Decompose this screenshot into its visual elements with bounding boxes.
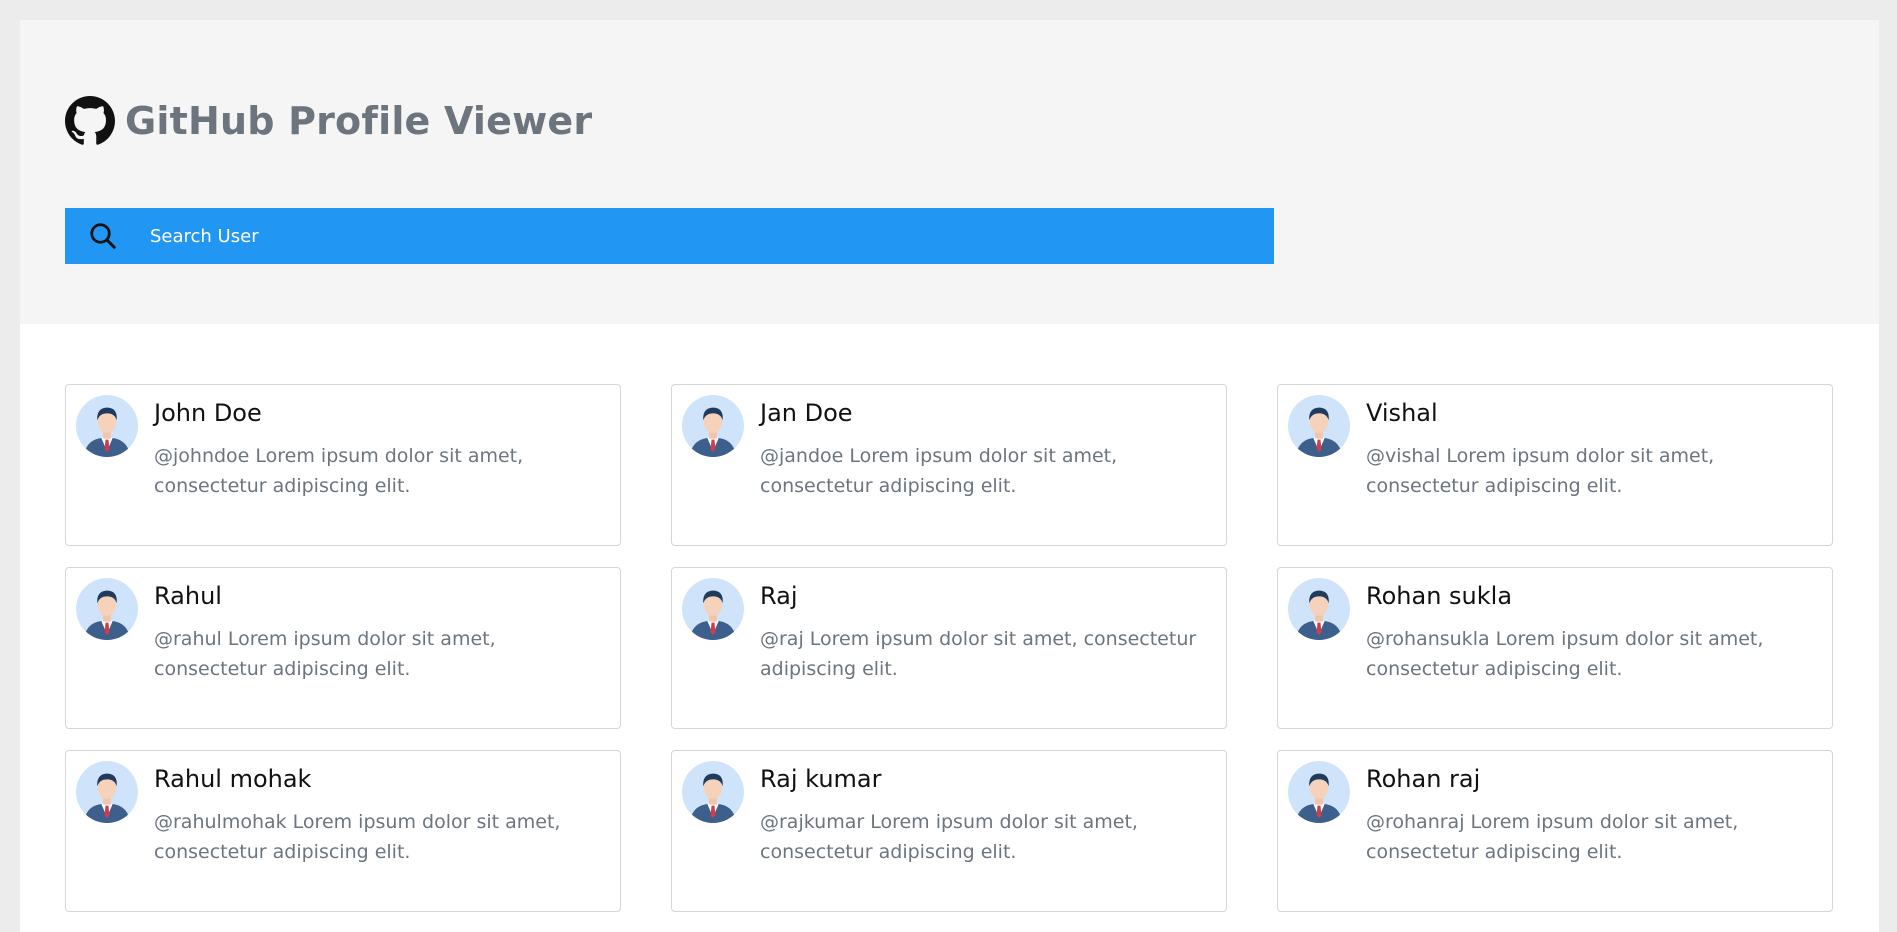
avatar xyxy=(76,395,138,457)
user-name: Jan Doe xyxy=(760,399,853,427)
user-card[interactable]: Rohan raj @rohanraj Lorem ipsum dolor sit… xyxy=(1277,750,1833,912)
user-bio: @rohansukla Lorem ipsum dolor sit amet, … xyxy=(1366,628,1764,680)
user-bio: @rahulmohak Lorem ipsum dolor sit amet, … xyxy=(154,811,561,863)
user-bio: @raj Lorem ipsum dolor sit amet, consect… xyxy=(760,628,1197,680)
github-icon xyxy=(65,96,115,145)
user-card[interactable]: Rahul @rahul Lorem ipsum dolor sit amet, … xyxy=(65,567,621,729)
user-name: Rohan sukla xyxy=(1366,582,1513,610)
user-name: Raj kumar xyxy=(760,765,882,793)
user-bio: @rahul Lorem ipsum dolor sit amet, conse… xyxy=(154,628,496,680)
avatar xyxy=(1288,578,1350,640)
user-card[interactable]: Jan Doe @jandoe Lorem ipsum dolor sit ame… xyxy=(671,384,1227,546)
search-input[interactable] xyxy=(148,207,1274,265)
search-icon[interactable] xyxy=(88,221,118,251)
avatar xyxy=(682,761,744,823)
user-name: Raj xyxy=(760,582,798,610)
brand: GitHub Profile Viewer xyxy=(65,94,592,148)
user-bio: @johndoe Lorem ipsum dolor sit amet, con… xyxy=(154,445,524,497)
user-card[interactable]: Rohan sukla @rohansukla Lorem ipsum dolor… xyxy=(1277,567,1833,729)
avatar xyxy=(76,578,138,640)
header: GitHub Profile Viewer xyxy=(20,20,1879,324)
avatar xyxy=(1288,395,1350,457)
user-card[interactable]: Raj kumar @rajkumar Lorem ipsum dolor sit… xyxy=(671,750,1227,912)
user-name: John Doe xyxy=(154,399,262,427)
user-card[interactable]: Vishal @vishal Lorem ipsum dolor sit amet… xyxy=(1277,384,1833,546)
user-card[interactable]: Rahul mohak @rahulmohak Lorem ipsum dolor… xyxy=(65,750,621,912)
avatar xyxy=(682,578,744,640)
user-card[interactable]: Raj @raj Lorem ipsum dolor sit amet, cons… xyxy=(671,567,1227,729)
user-bio: @jandoe Lorem ipsum dolor sit amet, cons… xyxy=(760,445,1118,497)
avatar xyxy=(1288,761,1350,823)
page: GitHub Profile Viewer John Doe @johndoe L… xyxy=(20,20,1879,932)
user-card[interactable]: John Doe @johndoe Lorem ipsum dolor sit a… xyxy=(65,384,621,546)
user-grid: John Doe @johndoe Lorem ipsum dolor sit a… xyxy=(65,384,1834,912)
page-title: GitHub Profile Viewer xyxy=(125,99,593,143)
user-name: Rahul xyxy=(154,582,222,610)
search-bar[interactable] xyxy=(65,207,1274,265)
avatar xyxy=(682,395,744,457)
user-name: Rohan raj xyxy=(1366,765,1481,793)
avatar xyxy=(76,761,138,823)
user-bio: @vishal Lorem ipsum dolor sit amet, cons… xyxy=(1366,445,1715,497)
user-name: Vishal xyxy=(1366,399,1438,427)
user-bio: @rajkumar Lorem ipsum dolor sit amet, co… xyxy=(760,811,1138,863)
user-bio: @rohanraj Lorem ipsum dolor sit amet, co… xyxy=(1366,811,1739,863)
user-name: Rahul mohak xyxy=(154,765,312,793)
